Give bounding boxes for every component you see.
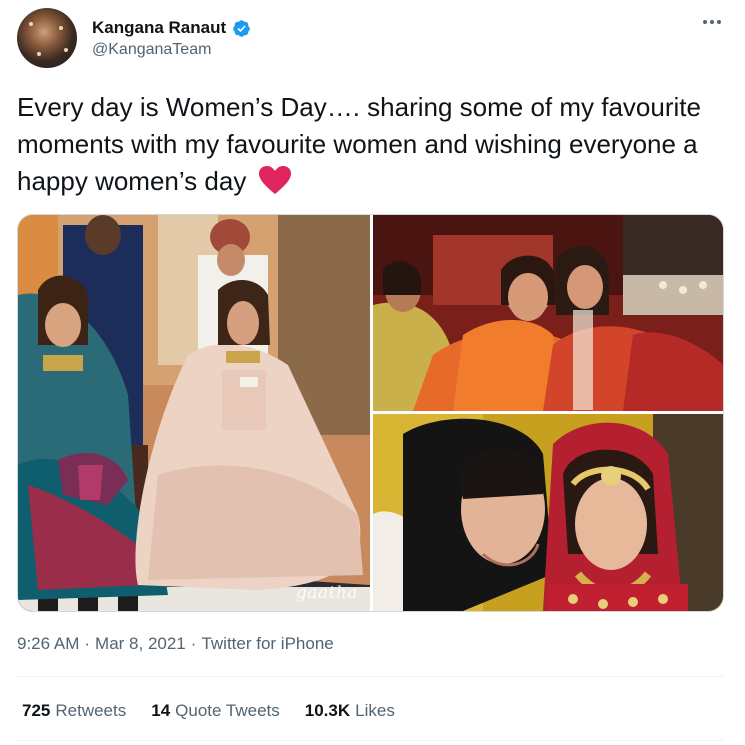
tweet-time[interactable]: 9:26 AM bbox=[17, 634, 79, 654]
tweet-header: Kangana Ranaut @KanganaTeam bbox=[17, 8, 728, 70]
tweet-body: Every day is Women’s Day…. sharing some … bbox=[17, 92, 701, 196]
tweet-source[interactable]: Twitter for iPhone bbox=[201, 634, 333, 654]
tweet-stats: 725 Retweets 14 Quote Tweets 10.3K Likes bbox=[22, 701, 395, 721]
photo-women-celebration[interactable] bbox=[373, 215, 723, 411]
quote-tweets-stat[interactable]: 14 Quote Tweets bbox=[151, 701, 280, 721]
tweet-text: Every day is Women’s Day…. sharing some … bbox=[17, 89, 727, 200]
quote-tweets-label: Quote Tweets bbox=[175, 701, 280, 720]
photo-bridal-closeup[interactable] bbox=[373, 414, 723, 611]
avatar[interactable] bbox=[17, 8, 77, 68]
likes-label: Likes bbox=[355, 701, 395, 720]
retweets-count: 725 bbox=[22, 701, 51, 720]
tweet-date[interactable]: Mar 8, 2021 bbox=[95, 634, 186, 654]
retweets-stat[interactable]: 725 Retweets bbox=[22, 701, 126, 721]
likes-stat[interactable]: 10.3K Likes bbox=[305, 701, 395, 721]
media-grid: gaatha bbox=[17, 214, 724, 612]
meta-separator: · bbox=[84, 634, 91, 653]
retweets-label: Retweets bbox=[55, 701, 127, 720]
divider bbox=[17, 740, 724, 741]
quote-tweets-count: 14 bbox=[151, 701, 171, 720]
user-handle[interactable]: @KanganaTeam bbox=[92, 41, 211, 59]
divider bbox=[17, 676, 724, 677]
meta-separator: · bbox=[190, 634, 197, 653]
name-row: Kangana Ranaut bbox=[92, 18, 251, 38]
tweet-meta: 9:26 AM · Mar 8, 2021 · Twitter for iPho… bbox=[17, 634, 334, 654]
display-name[interactable]: Kangana Ranaut bbox=[92, 18, 226, 38]
heart-icon bbox=[258, 166, 291, 194]
more-options-icon[interactable] bbox=[698, 12, 726, 32]
photo-watermark: gaatha bbox=[295, 583, 358, 603]
photo-bridal-group[interactable]: gaatha bbox=[18, 215, 370, 611]
likes-count: 10.3K bbox=[304, 701, 351, 720]
verified-badge-icon bbox=[233, 19, 250, 37]
